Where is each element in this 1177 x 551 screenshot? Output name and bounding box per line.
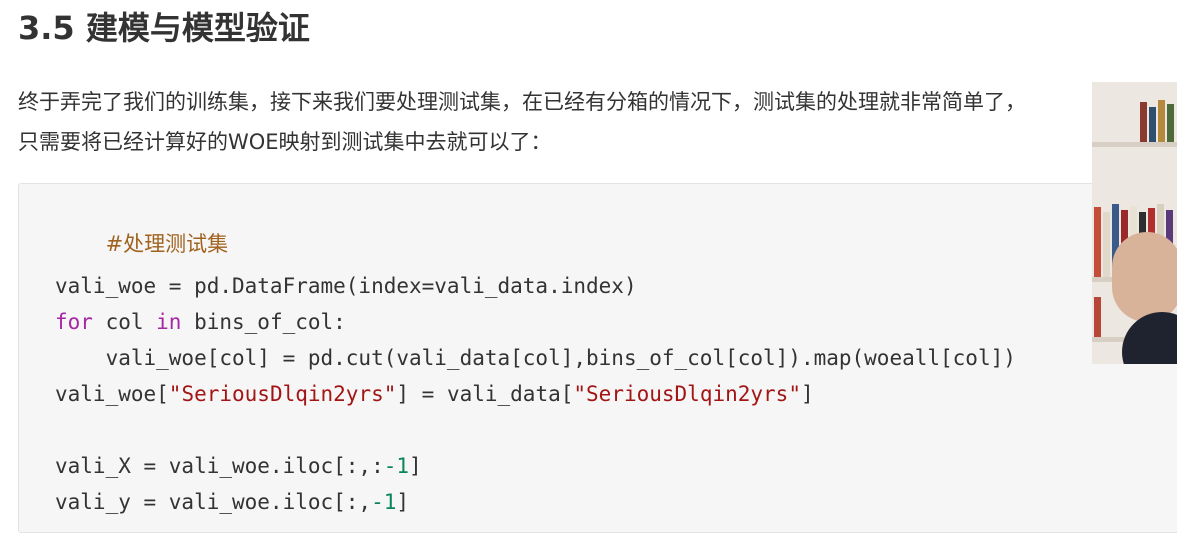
string-literal-2: "SeriousDlqin2yrs" xyxy=(573,382,801,406)
code-block[interactable]: #处理测试集 vali_woe = pd.DataFrame(index=val… xyxy=(18,183,1177,533)
section-title: 3.5 建模与模型验证 xyxy=(18,9,310,47)
paragraph-line-2: 只需要将已经计算好的WOE映射到测试集中去就可以了： xyxy=(18,130,552,154)
code-line-2-end: bins_of_col: xyxy=(181,310,346,334)
string-literal-1: "SeriousDlqin2yrs" xyxy=(168,382,397,406)
code-line-4: vali_woe["SeriousDlqin2yrs"] = vali_data… xyxy=(55,379,814,409)
paragraph-line-1: 终于弄完了我们的训练集，接下来我们要处理测试集，在已经有分箱的情况下，测试集的处… xyxy=(18,90,1026,114)
code-line-2-mid: col xyxy=(92,310,157,334)
code-line-4-c: ] xyxy=(800,382,814,406)
number-literal-1: -1 xyxy=(383,454,410,478)
keyword-in: in xyxy=(156,310,182,334)
number-literal-2: -1 xyxy=(371,490,397,514)
keyword-for: for xyxy=(55,310,93,334)
presenter xyxy=(1122,312,1177,364)
code-line-4-b: ] = vali_data[ xyxy=(396,382,574,406)
code-comment: #处理测试集 xyxy=(105,232,229,256)
bookshelf xyxy=(1092,142,1177,147)
code-line-6: vali_y = vali_woe.iloc[:,-1] xyxy=(55,487,409,517)
code-line-4-a: vali_woe[ xyxy=(55,382,169,406)
webcam-overlay xyxy=(1092,82,1177,364)
code-line-6-a: vali_y = vali_woe.iloc[:, xyxy=(55,490,372,514)
code-line-3: vali_woe[col] = pd.cut(vali_data[col],bi… xyxy=(55,346,1016,370)
code-line-1: vali_woe = pd.DataFrame(index=vali_data.… xyxy=(55,274,637,298)
code-line-5: vali_X = vali_woe.iloc[:,:-1] xyxy=(55,451,422,481)
code-line-2: for col in bins_of_col: xyxy=(55,307,346,337)
code-line-5-a: vali_X = vali_woe.iloc[:,: xyxy=(55,454,384,478)
presenter-face xyxy=(1112,232,1177,322)
code-line-6-b: ] xyxy=(396,490,410,514)
intro-paragraph: 终于弄完了我们的训练集，接下来我们要处理测试集，在已经有分箱的情况下，测试集的处… xyxy=(18,82,1177,162)
code-line-5-b: ] xyxy=(409,454,422,478)
